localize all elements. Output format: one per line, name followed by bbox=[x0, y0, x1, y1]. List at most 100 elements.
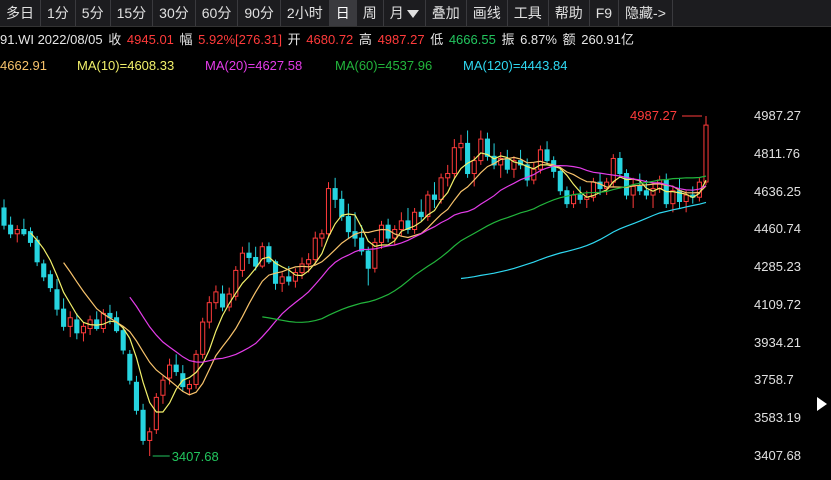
candle-body bbox=[465, 142, 471, 175]
candle-body bbox=[643, 190, 649, 196]
candle-body bbox=[14, 228, 20, 235]
candle-body bbox=[286, 276, 292, 282]
ma60-legend: MA(60)=4537.96 bbox=[335, 58, 433, 73]
candle-body bbox=[544, 149, 550, 162]
y-tick-label: 4636.25 bbox=[754, 183, 801, 199]
candle-body bbox=[438, 177, 444, 200]
candle-body bbox=[398, 220, 404, 230]
candle-body bbox=[61, 308, 67, 327]
ma20-legend: MA(20)=4627.58 bbox=[205, 58, 303, 73]
candle-body bbox=[100, 312, 106, 330]
candle-body bbox=[21, 228, 27, 235]
candle-body bbox=[617, 157, 623, 175]
candle-body bbox=[451, 147, 457, 175]
candle-body bbox=[319, 233, 325, 239]
candle-body bbox=[34, 239, 40, 263]
ma120-legend: MA(120)=4443.84 bbox=[463, 58, 568, 73]
amount-label: 额 bbox=[562, 32, 576, 47]
scroll-right-icon[interactable] bbox=[817, 397, 827, 411]
toolbar-item-6[interactable]: 90分 bbox=[238, 0, 281, 26]
candle-body bbox=[365, 250, 371, 269]
code-date: 91.WI 2022/08/05 bbox=[0, 32, 103, 47]
high-marker-label: 4987.27 bbox=[630, 108, 677, 123]
candle-body bbox=[54, 289, 60, 310]
candle-body bbox=[299, 263, 305, 274]
toolbar-item-16[interactable]: 隐藏-> bbox=[619, 0, 673, 26]
toolbar-item-1[interactable]: 1分 bbox=[41, 0, 76, 26]
chevron-down-icon[interactable] bbox=[406, 10, 419, 19]
candle-body bbox=[683, 194, 689, 203]
candle-body bbox=[94, 319, 100, 330]
toolbar-item-0[interactable]: 多日 bbox=[0, 0, 41, 26]
candle-body bbox=[458, 142, 464, 149]
close-value: 4945.01 bbox=[126, 32, 174, 47]
candle-body bbox=[173, 364, 179, 373]
candle-body bbox=[1, 207, 7, 226]
y-tick-label: 4987.27 bbox=[754, 108, 801, 123]
candle-body bbox=[266, 246, 272, 263]
candle-body bbox=[478, 138, 484, 162]
price-axis: 4987.27 4811.76 4636.25 4460.74 4285.23 4109.… bbox=[746, 0, 816, 480]
candle-body bbox=[259, 246, 265, 267]
candle-body bbox=[471, 160, 477, 175]
candle-body bbox=[306, 259, 312, 265]
candle-body bbox=[345, 216, 351, 233]
candle-body bbox=[219, 293, 226, 308]
y-tick-label: 4811.76 bbox=[754, 145, 801, 161]
ma20-line bbox=[129, 164, 707, 363]
ma10-line bbox=[63, 156, 707, 396]
open-label: 开 bbox=[287, 32, 301, 47]
candle-body bbox=[445, 173, 451, 179]
candle-body bbox=[246, 252, 252, 258]
toolbar-item-15[interactable]: F9 bbox=[590, 0, 620, 26]
candle-body bbox=[153, 396, 159, 431]
candle-body bbox=[41, 263, 47, 278]
y-tick-label: 4109.72 bbox=[754, 296, 801, 312]
amp-label: 幅 bbox=[179, 32, 193, 47]
toolbar-item-13[interactable]: 工具 bbox=[508, 0, 549, 26]
close-label: 收 bbox=[108, 32, 122, 47]
ma10-legend: MA(10)=4608.33 bbox=[77, 58, 175, 73]
ma5-legend: 4662.91 bbox=[0, 58, 47, 73]
toolbar-item-5[interactable]: 60分 bbox=[196, 0, 239, 26]
ma120-line bbox=[460, 201, 707, 280]
low-marker-label: 3407.68 bbox=[172, 449, 219, 464]
candle-body bbox=[147, 431, 153, 441]
toolbar-item-11[interactable]: 叠加 bbox=[426, 0, 467, 26]
swing-label: 振 bbox=[501, 32, 515, 47]
toolbar-item-12[interactable]: 画线 bbox=[467, 0, 508, 26]
candle-body bbox=[193, 353, 199, 385]
toolbar-item-7[interactable]: 2小时 bbox=[281, 0, 330, 26]
candle-body bbox=[160, 379, 166, 396]
candle-body bbox=[206, 302, 212, 323]
toolbar-item-2[interactable]: 5分 bbox=[76, 0, 111, 26]
y-tick-label: 4285.23 bbox=[754, 259, 801, 275]
amount-value: 260.91亿 bbox=[581, 32, 634, 47]
candle-body bbox=[279, 276, 285, 284]
candle-body bbox=[67, 317, 73, 327]
quote-info-bar: 91.WI 2022/08/05 收 4945.01 幅 5.92%[276.3… bbox=[0, 30, 636, 50]
amp-value: 5.92%[276.31] bbox=[198, 32, 283, 47]
y-tick-label: 3934.21 bbox=[754, 334, 801, 350]
toolbar-item-14[interactable]: 帮助 bbox=[549, 0, 590, 26]
high-value: 4987.27 bbox=[377, 32, 425, 47]
period-toolbar: 多日 1分 5分 15分 30分 60分 90分 2小时日周月叠加 画线 工具 帮助 F9 隐藏-> bbox=[0, 0, 831, 27]
candle-body bbox=[80, 325, 87, 334]
candle-body bbox=[312, 237, 318, 261]
candle-body bbox=[431, 194, 438, 200]
candle-body bbox=[186, 383, 192, 390]
high-label: 高 bbox=[358, 32, 372, 47]
candle-body bbox=[74, 319, 80, 334]
candle-body bbox=[564, 190, 570, 205]
toolbar-item-4[interactable]: 30分 bbox=[153, 0, 196, 26]
candle-body bbox=[8, 224, 14, 235]
toolbar-item-8[interactable]: 日 bbox=[329, 0, 357, 26]
toolbar-item-9[interactable]: 周 bbox=[357, 0, 384, 26]
kline-chart[interactable]: 4987.27 3407.68 bbox=[0, 80, 746, 480]
candle-body bbox=[385, 224, 391, 239]
candle-body bbox=[332, 188, 338, 200]
toolbar-item-3[interactable]: 15分 bbox=[111, 0, 154, 26]
toolbar-item-10[interactable]: 月 bbox=[384, 0, 426, 26]
y-tick-label: 3407.68 bbox=[754, 448, 801, 463]
candle-body bbox=[47, 274, 53, 289]
